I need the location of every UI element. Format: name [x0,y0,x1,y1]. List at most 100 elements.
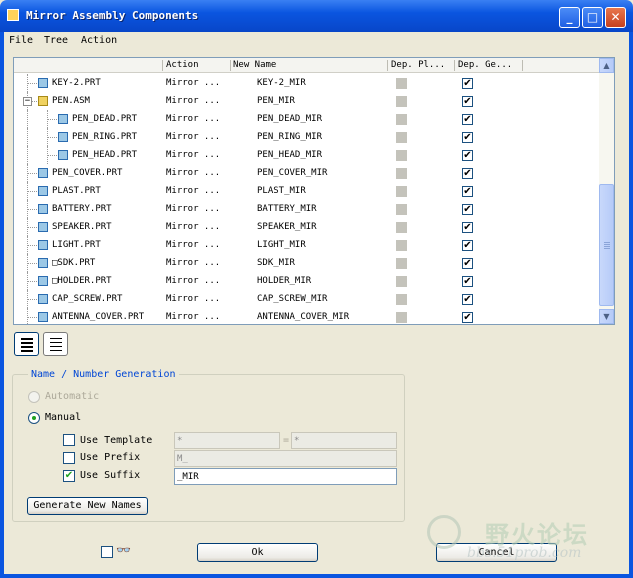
column-dep-geometry[interactable]: Dep. Ge... [458,60,512,70]
menu-action[interactable]: Action [81,35,117,46]
component-new-name[interactable]: PEN_RING_MIR [257,132,322,142]
dep-placement-checkbox[interactable] [396,204,407,215]
column-action[interactable]: Action [166,60,199,70]
component-name: PEN_RING.PRT [72,132,138,142]
minimize-button[interactable]: _ [559,7,580,28]
dep-geometry-checkbox[interactable]: ✔ [462,78,473,89]
dep-placement-checkbox[interactable] [396,294,407,305]
dep-geometry-checkbox[interactable]: ✔ [462,204,473,215]
dep-geometry-checkbox[interactable]: ✔ [462,96,473,107]
dep-placement-checkbox[interactable] [396,132,407,143]
dep-placement-checkbox[interactable] [396,96,407,107]
maximize-button[interactable]: □ [582,7,603,28]
tree-row[interactable]: PEN_HEAD.PRT Mirror ... PEN_HEAD_MIR ✔ [14,146,600,164]
component-action[interactable]: Mirror ... [166,78,220,88]
component-new-name[interactable]: PLAST_MIR [257,186,306,196]
ok-button[interactable]: Ok [197,543,318,562]
dep-geometry-checkbox[interactable]: ✔ [462,258,473,269]
dep-geometry-checkbox[interactable]: ✔ [462,114,473,125]
tree-row[interactable]: KEY-2.PRT Mirror ... KEY-2_MIR ✔ [14,74,600,92]
dep-geometry-checkbox[interactable]: ✔ [462,150,473,161]
component-action[interactable]: Mirror ... [166,150,220,160]
close-button[interactable]: ✕ [605,7,626,28]
suffix-field[interactable]: _MIR [174,468,397,485]
list-view-button[interactable] [14,332,39,356]
template-field-1[interactable]: * [174,432,280,449]
dep-geometry-checkbox[interactable]: ✔ [462,276,473,287]
component-new-name[interactable]: PEN_MIR [257,96,295,106]
tree-row[interactable]: ANTENNA_COVER.PRT Mirror ... ANTENNA_COVER… [14,308,600,324]
tree-row[interactable]: SPEAKER.PRT Mirror ... SPEAKER_MIR ✔ [14,218,600,236]
component-action[interactable]: Mirror ... [166,132,220,142]
component-tree[interactable]: Action New Name Dep. Pl... Dep. Ge... KE… [13,57,615,325]
component-new-name[interactable]: SDK_MIR [257,258,295,268]
use-suffix-checkbox[interactable]: ✔ [63,470,75,482]
dep-geometry-checkbox[interactable]: ✔ [462,240,473,251]
dep-placement-checkbox[interactable] [396,312,407,323]
dep-placement-checkbox[interactable] [396,240,407,251]
column-dep-placement[interactable]: Dep. Pl... [391,60,445,70]
component-new-name[interactable]: SPEAKER_MIR [257,222,317,232]
dep-placement-checkbox[interactable] [396,222,407,233]
tree-row[interactable]: PEN_RING.PRT Mirror ... PEN_RING_MIR ✔ [14,128,600,146]
tree-row[interactable]: PLAST.PRT Mirror ... PLAST_MIR ✔ [14,182,600,200]
component-new-name[interactable]: ANTENNA_COVER_MIR [257,312,349,322]
dep-geometry-checkbox[interactable]: ✔ [462,294,473,305]
component-new-name[interactable]: PEN_COVER_MIR [257,168,327,178]
tree-row[interactable]: CAP_SCREW.PRT Mirror ... CAP_SCREW_MIR ✔ [14,290,600,308]
component-action[interactable]: Mirror ... [166,186,220,196]
tree-row[interactable]: PEN_DEAD.PRT Mirror ... PEN_DEAD_MIR ✔ [14,110,600,128]
tree-row[interactable]: □HOLDER.PRT Mirror ... HOLDER_MIR ✔ [14,272,600,290]
footer-checkbox[interactable] [101,546,113,558]
dep-geometry-checkbox[interactable]: ✔ [462,186,473,197]
column-new-name[interactable]: New Name [233,60,276,70]
component-new-name[interactable]: BATTERY_MIR [257,204,317,214]
dep-geometry-checkbox[interactable]: ✔ [462,132,473,143]
dep-geometry-checkbox[interactable]: ✔ [462,312,473,323]
component-new-name[interactable]: KEY-2_MIR [257,78,306,88]
generate-new-names-button[interactable]: Generate New Names [27,497,148,515]
tree-scrollbar[interactable]: ▲ ▼ [599,58,614,324]
dep-placement-checkbox[interactable] [396,114,407,125]
component-new-name[interactable]: PEN_HEAD_MIR [257,150,322,160]
component-action[interactable]: Mirror ... [166,294,220,304]
component-action[interactable]: Mirror ... [166,240,220,250]
component-action[interactable]: Mirror ... [166,114,220,124]
dep-placement-checkbox[interactable] [396,276,407,287]
dep-geometry-checkbox[interactable]: ✔ [462,168,473,179]
dep-placement-checkbox[interactable] [396,258,407,269]
component-action[interactable]: Mirror ... [166,204,220,214]
tree-row[interactable]: LIGHT.PRT Mirror ... LIGHT_MIR ✔ [14,236,600,254]
tree-row[interactable]: □SDK.PRT Mirror ... SDK_MIR ✔ [14,254,600,272]
menu-file[interactable]: File [9,35,33,46]
prefix-field[interactable]: M_ [174,450,397,467]
detail-view-button[interactable] [43,332,68,356]
dep-geometry-checkbox[interactable]: ✔ [462,222,473,233]
component-action[interactable]: Mirror ... [166,258,220,268]
manual-radio[interactable] [28,412,40,424]
scroll-up-arrow[interactable]: ▲ [599,58,614,73]
component-action[interactable]: Mirror ... [166,276,220,286]
dep-placement-checkbox[interactable] [396,150,407,161]
component-action[interactable]: Mirror ... [166,222,220,232]
component-action[interactable]: Mirror ... [166,96,220,106]
component-action[interactable]: Mirror ... [166,312,220,322]
template-field-2[interactable]: * [291,432,397,449]
scroll-down-arrow[interactable]: ▼ [599,309,614,324]
dep-placement-checkbox[interactable] [396,78,407,89]
component-action[interactable]: Mirror ... [166,168,220,178]
use-prefix-checkbox[interactable] [63,452,75,464]
tree-row[interactable]: BATTERY.PRT Mirror ... BATTERY_MIR ✔ [14,200,600,218]
menu-tree[interactable]: Tree [44,35,68,46]
component-new-name[interactable]: HOLDER_MIR [257,276,311,286]
tree-row[interactable]: − PEN.ASM Mirror ... PEN_MIR ✔ [14,92,600,110]
component-new-name[interactable]: LIGHT_MIR [257,240,306,250]
dep-placement-checkbox[interactable] [396,186,407,197]
scroll-thumb[interactable] [599,184,614,306]
collapse-toggle-icon[interactable]: − [23,97,32,106]
component-new-name[interactable]: CAP_SCREW_MIR [257,294,327,304]
component-new-name[interactable]: PEN_DEAD_MIR [257,114,322,124]
use-template-checkbox[interactable] [63,434,75,446]
dep-placement-checkbox[interactable] [396,168,407,179]
tree-row[interactable]: PEN_COVER.PRT Mirror ... PEN_COVER_MIR ✔ [14,164,600,182]
